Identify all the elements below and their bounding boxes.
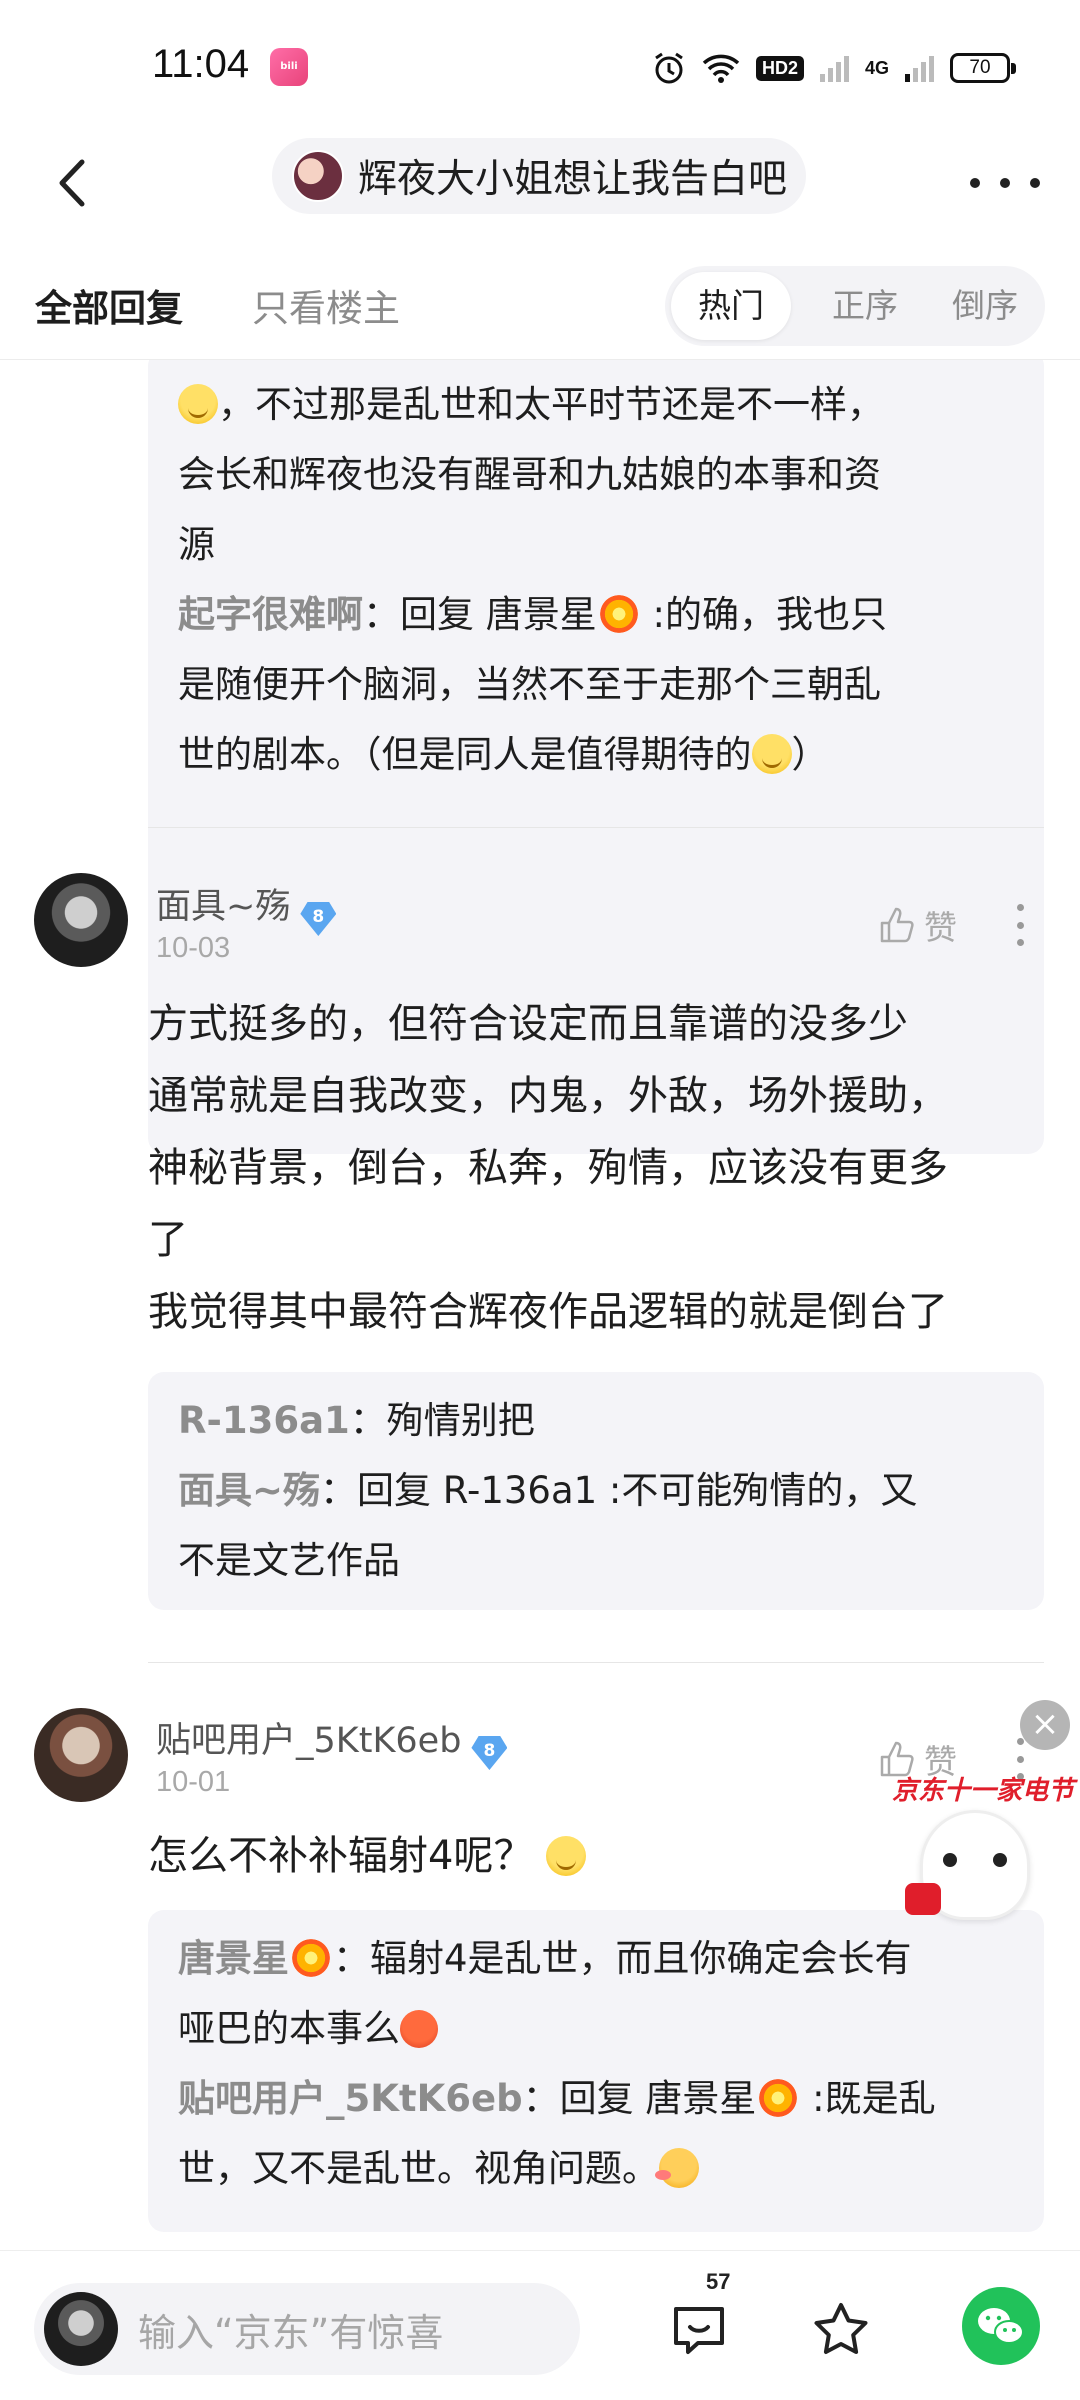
sub-reply-line: 源 [178,523,215,566]
wifi-icon [702,54,740,83]
post-line: 通常就是自我改变，内鬼，外敌，场外援助， [148,1073,948,1119]
user-avatar [44,2292,118,2366]
dot [1016,904,1024,911]
sub-reply: 唐景星 ：辐射4是乱世，而且你确定会长有 [178,1936,912,1980]
back-button[interactable] [40,148,110,218]
signal-icon-2 [905,54,934,82]
reply-input[interactable]: 输入“京东”有惊喜 [34,2283,580,2375]
thumbs-up-icon [880,907,914,943]
explosion-emoji-icon [756,2076,801,2120]
post-line: 我觉得其中最符合辉夜作品逻辑的就是倒台了 [148,1289,948,1335]
sub-reply-line: 不是文艺作品 [178,1539,400,1582]
comment-button[interactable] [664,2295,734,2365]
star-icon [814,2303,868,2354]
sort-toggle: 热门 正序 倒序 [665,266,1045,346]
filter-bar: 全部回复 只看楼主 热门 正序 倒序 [0,240,1080,360]
sub-reply-box[interactable]: 唐景星 ：辐射4是乱世，而且你确定会长有 哑巴的本事么 贴吧用户_5KtK6eb：… [148,1910,1044,2232]
reply-author[interactable]: 起字很难啊 [178,593,363,636]
more-options-button[interactable] [970,158,1040,208]
avatar[interactable] [34,873,128,967]
angry-emoji-icon [400,2010,438,2048]
forum-title: 辉夜大小姐想让我告白吧 [358,157,788,202]
explosion-emoji-icon [596,592,641,636]
close-icon[interactable]: × [1020,1700,1070,1750]
smile-emoji-icon [178,384,218,424]
bottom-bar: 输入“京东”有惊喜 57 [0,2250,1080,2400]
tab-host-only[interactable]: 只看楼主 [252,278,400,332]
sub-reply-line: 会长和辉夜也没有醒哥和九姑娘的本事和资 [178,453,881,496]
dot [1030,178,1040,188]
dot [1000,178,1010,188]
floating-ad[interactable]: × 京东十一家电节 [880,1700,1074,1930]
signal-icon-1 [819,54,849,82]
jd-mascot-icon [905,1810,1030,1920]
sort-ascending[interactable]: 正序 [815,266,915,346]
smile-emoji-icon [751,734,792,774]
reply-author[interactable]: 贴吧用户_5KtK6eb [178,2077,523,2120]
post-line: 方式挺多的，但符合设定而且靠谱的没多少 [148,1001,908,1047]
post-author[interactable]: 面具~殇 8 [156,878,337,936]
bilibili-app-icon: bili [270,48,308,86]
dot [1016,921,1024,929]
dot [1016,939,1024,946]
sub-reply-line: 哑巴的本事么 [178,1994,1014,2064]
wechat-share-button[interactable] [962,2287,1040,2365]
hd-voice-icon: HD2 [755,55,804,81]
sub-reply: R-136a1：殉情别把 [178,1399,535,1442]
sub-reply: 面具~殇：回复 R-136a1 :不可能殉情的，又 [178,1469,918,1512]
avatar[interactable] [34,1708,128,1802]
sub-reply: 起字很难啊：回复 唐景星 :的确，我也只 [178,592,887,636]
sub-reply-line: 是随便开个脑洞，当然不至于走那个三朝乱 [178,663,881,706]
top-nav: 辉夜大小姐想让我告白吧 [0,130,1080,240]
comment-count: 57 [706,2269,731,2294]
level-badge-icon: 8 [471,1736,508,1770]
explosion-emoji-icon [289,1936,333,1980]
tab-all-replies[interactable]: 全部回复 [35,278,183,332]
post-line: 神秘背景，倒台，私奔，殉情，应该没有更多 [148,1145,948,1191]
like-button[interactable]: 赞 [878,900,968,950]
battery-icon: 70 [950,53,1016,83]
status-time: 11:04 [152,42,250,86]
smile-emoji-icon [546,1836,587,1876]
post-menu-button[interactable] [1010,900,1030,950]
ad-text: 京东十一家电节 [892,1776,1075,1806]
status-icons: HD2 4G 70 [652,48,1016,88]
dot [970,178,980,188]
forum-title-pill[interactable]: 辉夜大小姐想让我告白吧 [272,138,806,214]
wechat-icon [978,2308,1024,2344]
sort-descending[interactable]: 倒序 [935,266,1035,346]
sort-hot[interactable]: 热门 [671,272,791,340]
network-type: 4G [864,57,889,78]
post-author[interactable]: 贴吧用户_5KtK6eb 8 [156,1712,508,1770]
post-line: 了 [148,1217,188,1263]
sub-reply-box[interactable]: R-136a1：殉情别把 面具~殇：回复 R-136a1 :不可能殉情的，又 不… [148,1372,1044,1610]
alarm-icon [655,52,683,84]
sub-reply-line: ，不过那是乱世和太平时节还是不一样， [178,370,1014,440]
sub-reply: 贴吧用户_5KtK6eb：回复 唐景星 :既是乱 [178,2076,936,2120]
divider [148,1662,1044,1663]
reply-input-placeholder: 输入“京东”有惊喜 [138,2310,444,2355]
reply-author[interactable]: 面具~殇 [178,1469,320,1512]
chevron-left-icon [59,159,85,207]
sub-reply-line: 世的剧本。（但是同人是值得期待的） [178,733,829,776]
comment-icon [674,2307,724,2354]
blush-emoji-icon [655,2148,699,2188]
replies-list: ，不过那是乱世和太平时节还是不一样， 会长和辉夜也没有醒哥和九姑娘的本事和资 源… [0,360,1080,2250]
level-badge-icon: 8 [300,902,337,936]
forum-avatar [292,150,344,202]
sub-reply-line: 世，又不是乱世。视角问题。 [178,2134,1014,2204]
reply-author[interactable]: R-136a1 [178,1399,350,1442]
status-bar: 11:04 bili HD2 4G 70 [0,0,1080,130]
favorite-button[interactable] [806,2295,876,2365]
post-date: 10-01 [156,1766,231,1798]
reply-author[interactable]: 唐景星 [178,1936,333,1980]
divider [148,827,1044,828]
post-date: 10-03 [156,932,231,964]
post-body: 方式挺多的，但符合设定而且靠谱的没多少 通常就是自我改变，内鬼，外敌，场外援助，… [148,988,1048,1348]
